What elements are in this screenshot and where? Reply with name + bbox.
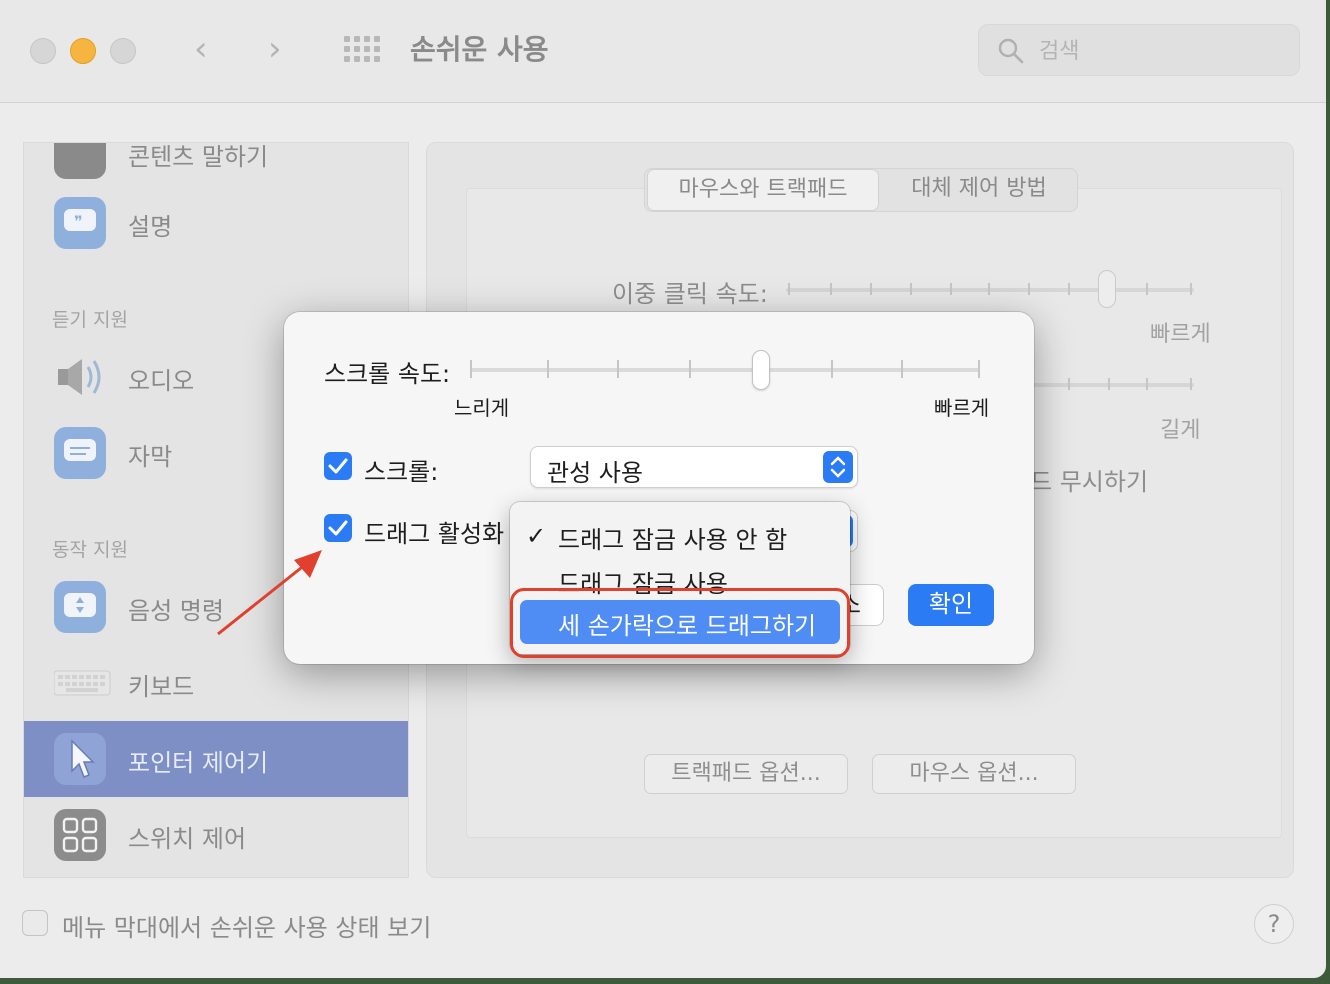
slider-tick <box>910 283 912 295</box>
slider-tick <box>1190 283 1192 295</box>
mouse-options-button[interactable]: 마우스 옵션... <box>872 754 1076 794</box>
slider-tick <box>1028 283 1030 295</box>
sidebar-item-label: 오디오 <box>128 367 195 395</box>
slider-tick <box>901 360 903 378</box>
slider-tick <box>547 360 549 378</box>
scroll-checkbox-label: 스크롤: <box>364 458 439 486</box>
sidebar-item-label: 음성 명령 <box>128 597 224 625</box>
double-click-speed-thumb[interactable] <box>1098 270 1116 308</box>
annotation-arrow-icon <box>217 550 322 636</box>
slider-tick <box>788 283 790 295</box>
trackpad-options-button[interactable]: 트랙패드 옵션... <box>644 754 848 794</box>
fast-label: 빠르게 <box>934 396 990 420</box>
checkmark-icon: ✓ <box>526 522 547 550</box>
slow-label: 느리게 <box>454 396 510 420</box>
sidebar-item-pointer-control[interactable]: 포인터 제어기 <box>24 721 408 797</box>
menubar-status-checkbox[interactable] <box>22 910 48 936</box>
switch-control-grid-icon <box>54 809 106 861</box>
zoom-window-button[interactable] <box>110 38 136 64</box>
sidebar-item-label: 자막 <box>128 443 173 471</box>
captions-bubble-icon <box>54 427 106 479</box>
slider-tick <box>978 360 980 378</box>
search-field[interactable] <box>978 24 1300 76</box>
section-header-motor: 동작 지원 <box>52 539 128 561</box>
tab-mouse-trackpad[interactable]: 마우스와 트랙패드 <box>647 169 879 211</box>
ok-button[interactable]: 확인 <box>908 584 994 626</box>
slider-tick <box>1190 378 1192 390</box>
close-window-button[interactable] <box>30 38 56 64</box>
slider-tick <box>1146 283 1148 295</box>
scroll-speed-thumb[interactable] <box>752 350 770 390</box>
checkmark-icon <box>328 520 348 536</box>
tab-alternate-control[interactable]: 대체 제어 방법 <box>881 169 1077 211</box>
tab-segmented-control: 마우스와 트랙패드 대체 제어 방법 <box>644 168 1078 212</box>
delay-slider[interactable] <box>1030 383 1194 387</box>
ignore-trackpad-label: 드 무시하기 <box>1030 468 1149 496</box>
long-label: 길게 <box>1160 418 1201 443</box>
double-click-speed-label: 이중 클릭 속도: <box>612 280 768 308</box>
speaker-icon <box>54 351 106 403</box>
slider-tick <box>950 283 952 295</box>
show-all-grid-icon[interactable] <box>344 36 380 64</box>
title-bar: ‹ › 손쉬운 사용 <box>0 0 1326 103</box>
scroll-speed-label: 스크롤 속도: <box>324 360 451 388</box>
scroll-popup[interactable]: 관성 사용 <box>530 446 858 488</box>
slider-tick <box>830 283 832 295</box>
search-icon <box>998 38 1024 64</box>
annotation-highlight-box <box>510 588 850 658</box>
scroll-checkbox[interactable] <box>324 452 352 480</box>
quote-bubble-icon: ❞ <box>54 197 106 249</box>
sidebar-item-descriptions[interactable]: ❞ 설명 <box>24 185 408 261</box>
help-button[interactable]: ? <box>1254 904 1294 944</box>
slider-tick <box>1068 378 1070 390</box>
minimize-window-button[interactable] <box>70 38 96 64</box>
forward-chevron-icon[interactable]: › <box>268 30 282 68</box>
search-input[interactable] <box>1037 35 1281 67</box>
window-title: 손쉬운 사용 <box>410 33 549 66</box>
slider-tick <box>470 360 472 378</box>
up-down-chevron-icon <box>823 451 853 483</box>
slider-tick <box>870 283 872 295</box>
sidebar-item-label: 스위치 제어 <box>128 825 247 853</box>
sidebar-item-label: 콘텐츠 말하기 <box>128 143 269 171</box>
speech-bubble-icon <box>54 143 106 179</box>
menubar-status-label: 메뉴 막대에서 손쉬운 사용 상태 보기 <box>62 914 432 942</box>
pointer-arrow-icon <box>54 733 106 785</box>
svg-text:❞: ❞ <box>74 212 83 231</box>
slider-tick <box>831 360 833 378</box>
section-header-hearing: 듣기 지원 <box>52 309 128 331</box>
fast-label: 빠르게 <box>1150 322 1211 347</box>
menu-item-no-drag-lock[interactable]: 드래그 잠금 사용 안 함 <box>558 520 787 555</box>
back-chevron-icon[interactable]: ‹ <box>194 30 208 68</box>
sidebar-item-switch-control[interactable]: 스위치 제어 <box>24 797 408 873</box>
voice-control-icon <box>54 581 106 633</box>
drag-checkbox[interactable] <box>324 514 352 542</box>
slider-tick <box>689 360 691 378</box>
keyboard-icon <box>53 657 111 709</box>
slider-tick <box>988 283 990 295</box>
scroll-popup-value: 관성 사용 <box>547 459 643 487</box>
slider-tick <box>617 360 619 378</box>
slider-tick <box>1146 378 1148 390</box>
sidebar-item-label: 포인터 제어기 <box>128 749 269 777</box>
double-click-speed-slider[interactable] <box>786 288 1194 292</box>
slider-tick <box>1068 283 1070 295</box>
sidebar-item-spoken-content[interactable]: 콘텐츠 말하기 <box>24 143 408 191</box>
drag-checkbox-label: 드래그 활성화 <box>364 520 505 548</box>
sidebar-item-label: 설명 <box>128 213 173 241</box>
sidebar-item-label: 키보드 <box>128 673 195 701</box>
slider-tick <box>1108 378 1110 390</box>
checkmark-icon <box>328 458 348 474</box>
